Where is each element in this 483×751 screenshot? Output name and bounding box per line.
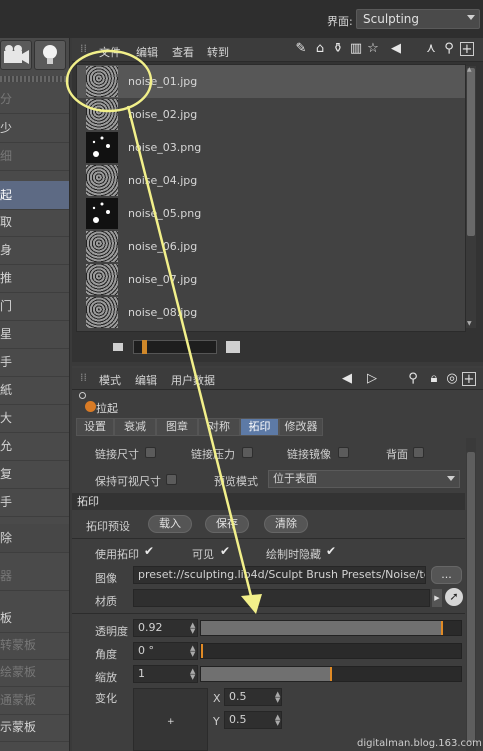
- highlight-arrow: [126, 105, 254, 601]
- annotation-overlay: [65, 49, 262, 614]
- highlight-ellipse: [65, 49, 153, 113]
- arrow-head-icon: [241, 594, 262, 614]
